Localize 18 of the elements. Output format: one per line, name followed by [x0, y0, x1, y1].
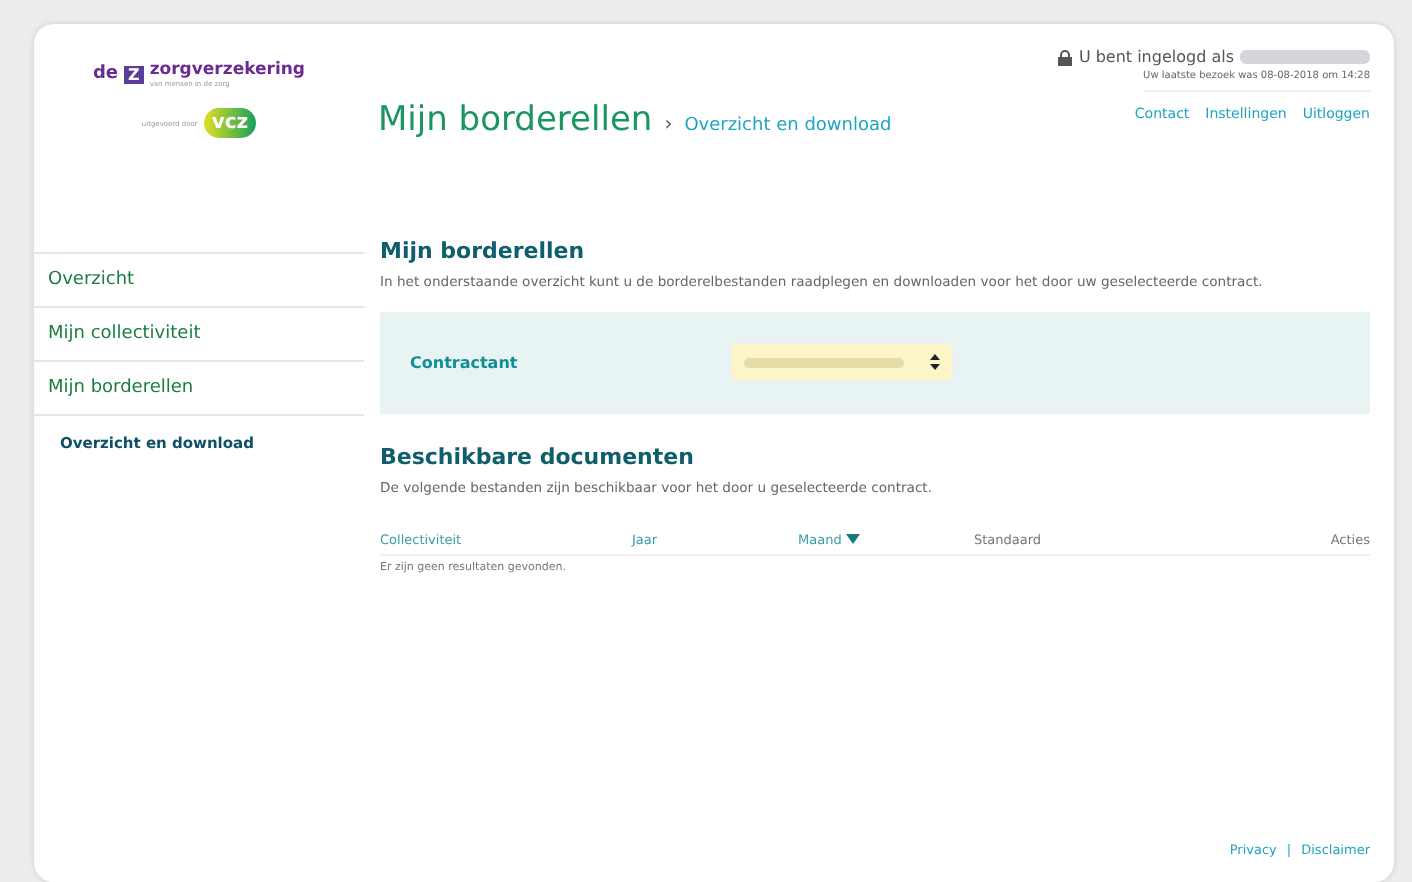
logo-text: de [92, 64, 118, 84]
page-title: Mijn borderellen [378, 100, 653, 140]
logo-mark: Z [124, 65, 144, 83]
logo-name: zorgverzekering [149, 60, 306, 80]
contractant-label: Contractant [410, 353, 520, 372]
select-arrows-icon [930, 354, 940, 371]
contractant-select[interactable] [730, 342, 954, 383]
sidebar-item[interactable]: Mijn collectiviteit [34, 306, 364, 360]
partner-logo: vcz [203, 108, 257, 138]
section-title: Beschikbare documenten [380, 443, 696, 470]
redacted-username [1240, 50, 1370, 64]
sidebar-item[interactable]: Mijn borderellen [34, 360, 364, 414]
lock-icon [1058, 49, 1073, 65]
breadcrumb-separator: › [664, 114, 673, 136]
sidebar-item[interactable]: Overzicht [34, 252, 364, 306]
breadcrumb-link[interactable]: Overzicht en download [684, 116, 892, 136]
login-text: U bent ingelogd als [1078, 48, 1234, 66]
section-title: Mijn borderellen [380, 238, 587, 264]
